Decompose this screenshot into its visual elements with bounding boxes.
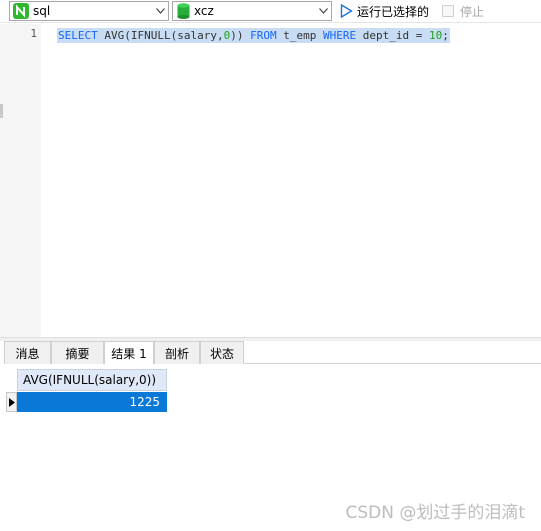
table-name: t_emp: [283, 29, 317, 42]
chevron-down-icon[interactable]: [152, 2, 168, 20]
number-ten: 10: [428, 29, 443, 42]
keyword-from: FROM: [250, 29, 277, 42]
tab-messages[interactable]: 消息: [4, 341, 51, 364]
chevron-down-icon[interactable]: [315, 2, 331, 20]
tab-status[interactable]: 状态: [200, 341, 244, 364]
database-icon: [177, 3, 190, 19]
column-condition: dept_id =: [362, 29, 423, 42]
watermark: CSDN @划过手的泪滴t: [345, 503, 525, 523]
play-icon: [340, 4, 353, 18]
connection-name: sql: [33, 4, 51, 18]
tab-summary[interactable]: 摘要: [51, 341, 104, 364]
database-select[interactable]: xcz: [172, 1, 332, 21]
resize-handle[interactable]: [0, 104, 3, 118]
semicolon: ;: [442, 29, 449, 42]
keyword-where: WHERE: [322, 29, 357, 42]
column-header[interactable]: AVG(IFNULL(salary,0)): [17, 369, 167, 391]
sql-statement[interactable]: SELECT AVG(IFNULL(salary,0)) FROM t_emp …: [57, 28, 450, 43]
connection-icon: [13, 3, 29, 19]
run-selected-button[interactable]: 运行已选择的: [340, 1, 429, 21]
tab-result-1[interactable]: 结果 1: [104, 341, 154, 365]
run-selected-label: 运行已选择的: [357, 4, 430, 19]
line-gutter: 1: [0, 24, 41, 337]
keyword-select: SELECT: [58, 29, 98, 42]
result-tabs: 消息 摘要 结果 1 剖析 状态: [4, 341, 541, 365]
tab-profile[interactable]: 剖析: [154, 341, 200, 364]
toolbar: sql xcz 运行已选择的 停止: [0, 0, 541, 23]
row-indicator[interactable]: [6, 392, 17, 412]
closing-parens: )): [230, 29, 244, 42]
stop-icon: [442, 5, 454, 17]
stop-button[interactable]: 停止: [442, 1, 484, 21]
sql-editor[interactable]: 1 SELECT AVG(IFNULL(salary,0)) FROM t_em…: [0, 24, 541, 337]
line-number: 1: [30, 27, 37, 40]
stop-label: 停止: [460, 4, 485, 19]
database-name: xcz: [194, 4, 214, 18]
function-call: AVG(IFNULL(salary,: [104, 29, 224, 42]
grid-corner: [6, 369, 17, 391]
connection-select[interactable]: sql: [9, 1, 169, 21]
result-cell[interactable]: 1225: [17, 392, 167, 412]
current-row-icon: [8, 397, 15, 407]
